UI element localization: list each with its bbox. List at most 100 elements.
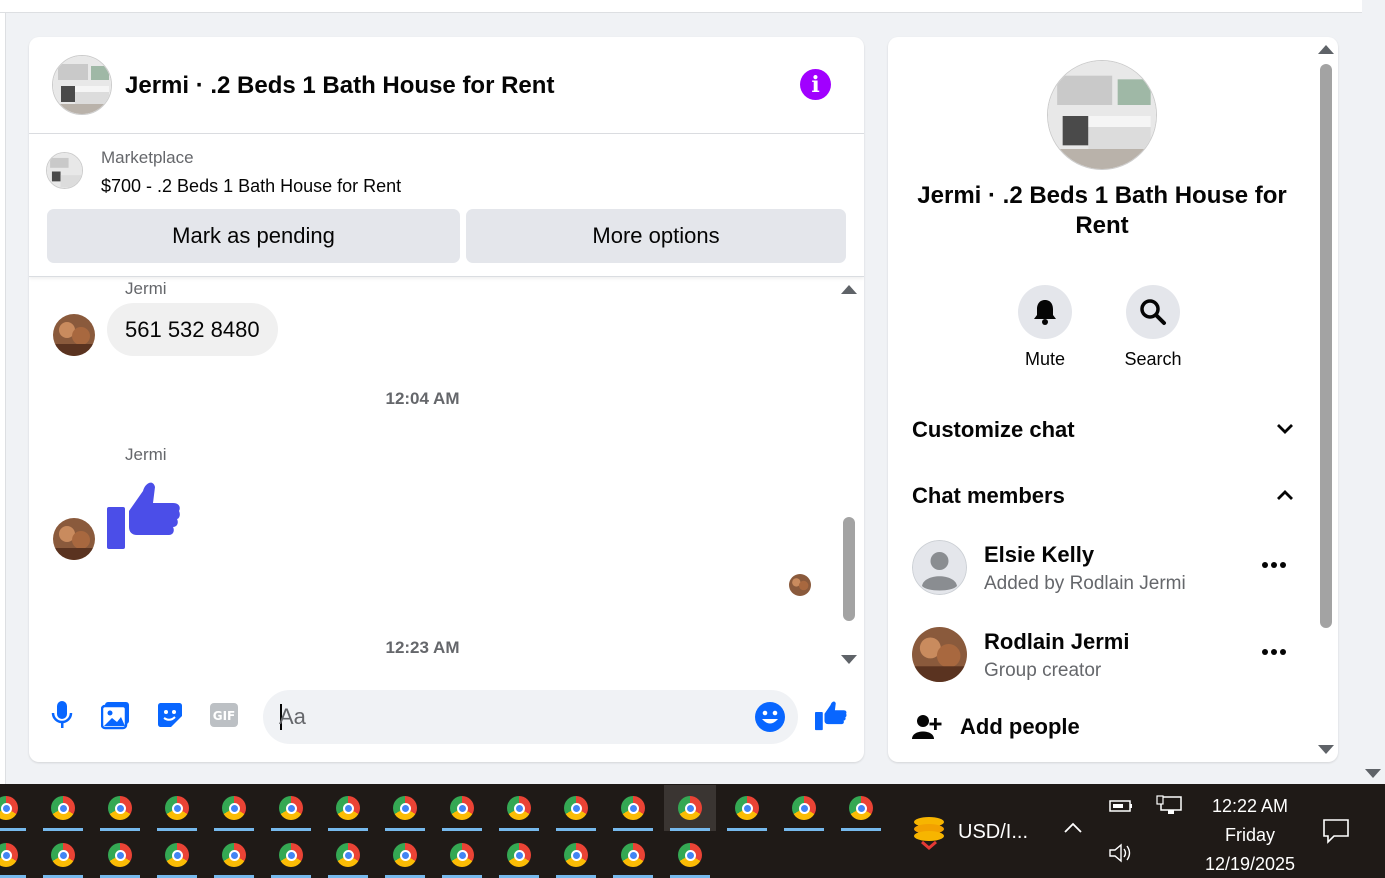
volume-icon[interactable] [1108,842,1134,864]
message-input-wrapper[interactable] [263,690,798,744]
message-list[interactable]: Jermi 561 532 8480 12:04 AM Jermi 12:23 … [29,277,864,672]
message-scrollbar-thumb[interactable] [843,517,855,621]
mute-action[interactable]: Mute [995,285,1095,370]
gif-icon[interactable]: GIF [206,697,242,733]
member-row[interactable]: Elsie Kelly Added by Rodlain Jermi [912,540,1292,596]
listing-avatar[interactable] [52,55,112,115]
currency-widget[interactable]: USD/I... [912,814,1028,850]
chrome-icon [51,843,75,867]
sticker-icon[interactable] [152,697,188,733]
taskbar-chrome-window[interactable] [208,785,260,831]
taskbar-chrome-window[interactable] [721,785,773,831]
taskbar-chrome-window[interactable] [664,832,716,878]
info-scrollbar-thumb[interactable] [1320,64,1332,628]
bell-icon[interactable] [1018,285,1072,339]
chrome-icon [735,796,759,820]
group-title: Jermi · .2 Beds 1 Bath House for Rent [917,182,1287,239]
taskbar-chrome-window[interactable] [493,785,545,831]
taskbar-chrome-window[interactable] [208,832,260,878]
sender-avatar[interactable] [53,314,95,356]
battery-icon[interactable] [1108,796,1134,816]
coins-icon [914,817,944,850]
message-scroll-down[interactable] [841,655,857,664]
taskbar-chrome-window[interactable] [151,785,203,831]
taskbar-chrome-window[interactable] [835,785,887,831]
taskbar-chrome-window[interactable] [550,785,602,831]
more-icon[interactable] [1262,562,1286,568]
taskbar-chrome-window[interactable] [322,785,374,831]
listing-price-title[interactable]: $700 - .2 Beds 1 Bath House for Rent [101,176,401,197]
add-person-icon [912,715,942,739]
photo-icon[interactable] [98,697,134,733]
chrome-icon [792,796,816,820]
microphone-icon[interactable] [44,697,80,733]
taskbar-chrome-window[interactable] [37,785,89,831]
mute-label: Mute [1024,349,1066,369]
taskbar-chrome-window[interactable] [379,832,431,878]
member-subtitle: Group creator [984,660,1102,681]
more-icon[interactable] [1262,649,1286,655]
taskbar-chrome-window[interactable] [550,832,602,878]
info-icon[interactable]: i [800,69,831,100]
taskbar-chrome-window[interactable] [265,785,317,831]
chrome-icon [108,843,132,867]
member-name[interactable]: Elsie Kelly [984,542,1094,568]
show-hidden-icons-icon[interactable] [1063,822,1083,834]
info-scroll-down[interactable] [1318,745,1334,754]
chrome-icon [0,796,18,820]
thumbs-up-sticker[interactable] [107,477,181,556]
chrome-icon [336,796,360,820]
notification-icon[interactable] [1322,818,1350,844]
network-icon[interactable] [1156,794,1184,818]
emoji-icon[interactable] [754,701,786,738]
taskbar-chrome-window[interactable] [265,832,317,878]
chrome-icon [393,796,417,820]
listing-thumbnail[interactable] [46,152,83,189]
more-options-button[interactable]: More options [466,209,846,263]
chrome-icon [507,843,531,867]
taskbar-chrome-window[interactable] [778,785,830,831]
taskbar-chrome-window[interactable] [607,832,659,878]
taskbar-chrome-window[interactable] [0,785,32,831]
taskbar-chrome-window[interactable] [436,832,488,878]
taskbar-chrome-window[interactable] [379,785,431,831]
mark-as-pending-button[interactable]: Mark as pending [47,209,460,263]
taskbar-chrome-window[interactable] [0,832,32,878]
marketplace-banner: Marketplace $700 - .2 Beds 1 Bath House … [29,134,864,277]
message-scroll-up[interactable] [841,285,857,294]
search-icon[interactable] [1126,285,1180,339]
default-avatar[interactable] [912,540,967,595]
taskbar-chrome-window[interactable] [493,832,545,878]
like-icon[interactable] [813,697,849,733]
add-people-button[interactable]: Add people [912,710,1080,744]
clock-time: 12:22 AM [1211,796,1289,816]
group-avatar[interactable] [1047,60,1157,170]
chrome-icon [564,796,588,820]
message-bubble[interactable]: 561 532 8480 [107,303,278,356]
clock[interactable]: 12:22 AM Friday 12/19/2025 [1195,792,1305,878]
taskbar-chrome-window[interactable] [151,832,203,878]
message-input[interactable] [279,690,739,744]
chrome-icon [564,843,588,867]
member-row[interactable]: Rodlain Jermi Group creator [912,627,1292,683]
search-action[interactable]: Search [1103,285,1203,370]
sender-avatar[interactable] [53,518,95,560]
taskbar-chrome-window[interactable] [37,832,89,878]
taskbar-chrome-window[interactable] [436,785,488,831]
chrome-icon [621,796,645,820]
customize-chat-section[interactable]: Customize chat [912,415,1293,445]
taskbar-chrome-window[interactable] [664,785,716,831]
chat-title[interactable]: Jermi · .2 Beds 1 Bath House for Rent [125,72,554,100]
chat-members-section[interactable]: Chat members [912,481,1293,511]
chat-members-label: Chat members [912,483,1065,508]
page-scroll-down[interactable] [1365,769,1381,778]
taskbar-chrome-window[interactable] [322,832,374,878]
taskbar-chrome-window[interactable] [607,785,659,831]
customize-chat-label: Customize chat [912,417,1075,442]
taskbar-chrome-window[interactable] [94,832,146,878]
member-avatar[interactable] [912,627,967,682]
member-name[interactable]: Rodlain Jermi [984,629,1129,655]
taskbar-chrome-window[interactable] [94,785,146,831]
info-scroll-up[interactable] [1318,45,1334,54]
clock-date: 12/19/2025 [1204,854,1296,874]
